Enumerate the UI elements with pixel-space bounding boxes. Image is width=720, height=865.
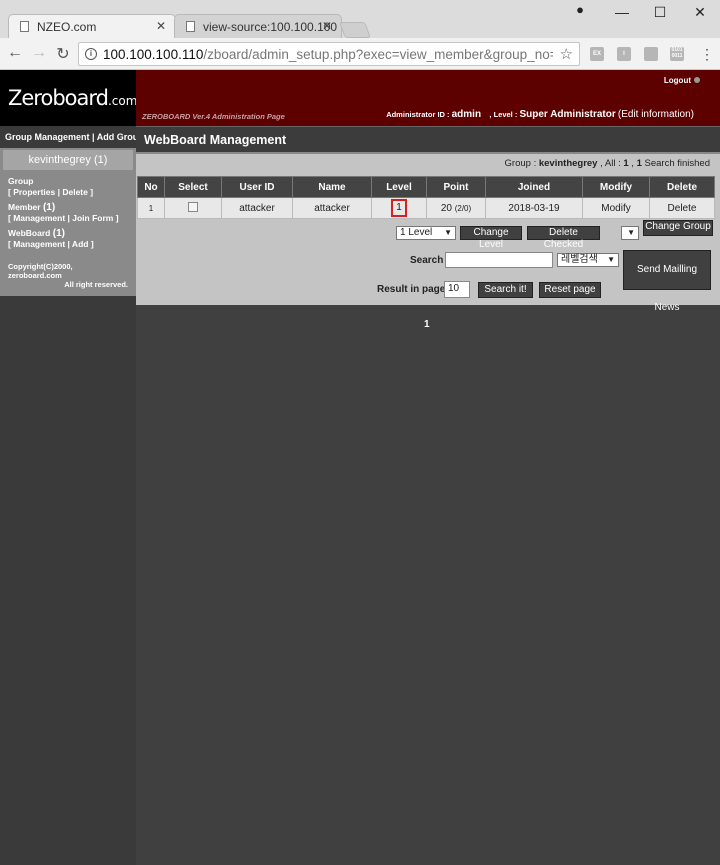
- close-tab-icon[interactable]: ✕: [322, 19, 332, 33]
- col-modify: Modify: [582, 176, 650, 198]
- maximize-button[interactable]: ☐: [650, 4, 670, 21]
- cell-user-id: attacker: [221, 197, 293, 219]
- member-links[interactable]: [ Management | Join Form ]: [8, 213, 119, 223]
- profile-icon[interactable]: ●: [570, 2, 590, 17]
- col-name: Name: [292, 176, 372, 198]
- zeroboard-logo[interactable]: Zeroboard.com: [8, 86, 137, 110]
- sidebar-section-webboard: WebBoard (1) [ Management | Add ]: [8, 228, 94, 249]
- chevron-down-icon: ▼: [607, 255, 615, 264]
- chevron-down-icon: ▼: [444, 228, 452, 237]
- admin-id: admin: [451, 109, 482, 120]
- search-input[interactable]: [445, 252, 553, 268]
- extension-pdf-icon[interactable]: [644, 47, 658, 61]
- page-title-bar: WebBoard Management: [136, 126, 720, 154]
- search-type-select[interactable]: 레벨검색 ▼: [557, 253, 619, 267]
- address-bar[interactable]: i 100.100.100.110/zboard/admin_setup.php…: [78, 42, 580, 66]
- table-header-row: No Select User ID Name Level Point Joine…: [137, 176, 715, 198]
- admin-info: Administrator ID : admin , Level : Super…: [386, 109, 694, 120]
- admin-level: Super Administrator: [519, 109, 616, 120]
- logout-icon: [694, 77, 700, 83]
- col-select: Select: [164, 176, 222, 198]
- group-management-link[interactable]: Group Management: [5, 132, 90, 142]
- minimize-button[interactable]: —: [612, 4, 632, 20]
- page-icon: [186, 21, 195, 32]
- sidebar-menu: Group Management | Add Group: [0, 126, 144, 146]
- tab-view-source[interactable]: view-source:100.100.100 ✕: [174, 14, 342, 38]
- table-row: 1 attacker attacker 1 20 (2/0) 2018-03-1…: [137, 197, 715, 219]
- change-level-button[interactable]: Change Level: [460, 226, 522, 250]
- cell-select: [164, 197, 222, 219]
- back-arrow-icon[interactable]: ←: [6, 44, 24, 62]
- extension-binary-icon[interactable]: 0101 0011: [670, 47, 684, 61]
- browser-chrome: NZEO.com ✕ view-source:100.100.100 ✕ ● —…: [0, 0, 720, 70]
- col-delete: Delete: [649, 176, 715, 198]
- reset-page-button[interactable]: Reset page: [539, 282, 601, 298]
- bookmark-star-icon[interactable]: ☆: [560, 45, 573, 63]
- group-name-header[interactable]: kevinthegrey (1): [3, 150, 133, 170]
- sidebar-section-member: Member (1) [ Management | Join Form ]: [8, 202, 119, 223]
- tab-title: NZEO.com: [37, 20, 97, 34]
- level-value: 1: [391, 199, 407, 217]
- reload-icon[interactable]: ↻: [54, 44, 72, 64]
- browser-toolbar: ← → ↻ i 100.100.100.110/zboard/admin_set…: [0, 38, 720, 70]
- logo-area: Zeroboard.com: [0, 70, 137, 126]
- col-no: No: [137, 176, 165, 198]
- info-icon[interactable]: i: [85, 48, 97, 60]
- tab-title: view-source:100.100.100: [203, 20, 338, 34]
- new-tab-button[interactable]: [339, 22, 371, 38]
- extension-ex-icon[interactable]: EX: [590, 47, 604, 61]
- tab-nzeo[interactable]: NZEO.com ✕: [8, 14, 176, 38]
- copyright: Copyright(C)2000, zeroboard.com All righ…: [8, 262, 128, 289]
- change-group-button[interactable]: Change Group: [643, 220, 713, 236]
- delete-link[interactable]: Delete: [649, 197, 715, 219]
- close-tab-icon[interactable]: ✕: [156, 19, 166, 33]
- delete-checked-button[interactable]: Delete Checked: [527, 226, 600, 250]
- sidebar-section-group: Group [ Properties | Delete ]: [8, 176, 94, 197]
- level-select[interactable]: 1 Level ▼: [396, 226, 456, 240]
- result-in-page-input[interactable]: 10: [444, 281, 470, 298]
- page-icon: [20, 21, 29, 32]
- sidebar: Group Management | Add Group kevinthegre…: [0, 126, 144, 865]
- col-joined: Joined: [485, 176, 583, 198]
- group-select[interactable]: ▼: [621, 226, 639, 240]
- main-content: WebBoard Management Group : kevinthegrey…: [136, 126, 720, 865]
- group-links[interactable]: [ Properties | Delete ]: [8, 187, 93, 197]
- version-label: ZEROBOARD Ver.4 Administration Page: [142, 112, 285, 121]
- page-number[interactable]: 1: [424, 319, 430, 330]
- select-checkbox[interactable]: [188, 201, 198, 212]
- cell-no: 1: [137, 197, 165, 219]
- result-in-page-label: Result in page: [377, 284, 446, 295]
- chevron-down-icon: ▼: [627, 228, 635, 237]
- cell-name: attacker: [292, 197, 372, 219]
- col-level: Level: [371, 176, 427, 198]
- cell-joined: 2018-03-19: [485, 197, 583, 219]
- page-title: WebBoard Management: [144, 133, 287, 147]
- logout-link[interactable]: Logout: [664, 76, 700, 85]
- forward-arrow-icon[interactable]: →: [30, 44, 48, 62]
- webboard-links[interactable]: [ Management | Add ]: [8, 239, 94, 249]
- cell-level: 1: [371, 197, 427, 219]
- member-table: No Select User ID Name Level Point Joine…: [137, 176, 715, 219]
- col-point: Point: [426, 176, 486, 198]
- close-window-button[interactable]: ✕: [690, 4, 710, 21]
- browser-menu-icon[interactable]: ⋮: [700, 46, 714, 63]
- cell-point: 20 (2/0): [426, 197, 486, 219]
- edit-information-link[interactable]: (Edit information): [618, 109, 694, 120]
- col-user-id: User ID: [221, 176, 293, 198]
- group-summary: Group : kevinthegrey , All : 1 , 1 Searc…: [504, 158, 710, 169]
- tab-strip: NZEO.com ✕ view-source:100.100.100 ✕ ● —…: [0, 0, 720, 38]
- search-it-button[interactable]: Search it!: [478, 282, 533, 298]
- extension-info-icon[interactable]: I: [617, 47, 631, 61]
- member-panel: Group : kevinthegrey , All : 1 , 1 Searc…: [136, 154, 720, 313]
- search-label: Search: [410, 255, 444, 266]
- modify-link[interactable]: Modify: [582, 197, 650, 219]
- admin-header: Logout ZEROBOARD Ver.4 Administration Pa…: [136, 70, 720, 126]
- send-mailling-news-button[interactable]: Send Mailling News: [623, 250, 711, 313]
- url-text[interactable]: 100.100.100.110/zboard/admin_setup.php?e…: [103, 47, 553, 62]
